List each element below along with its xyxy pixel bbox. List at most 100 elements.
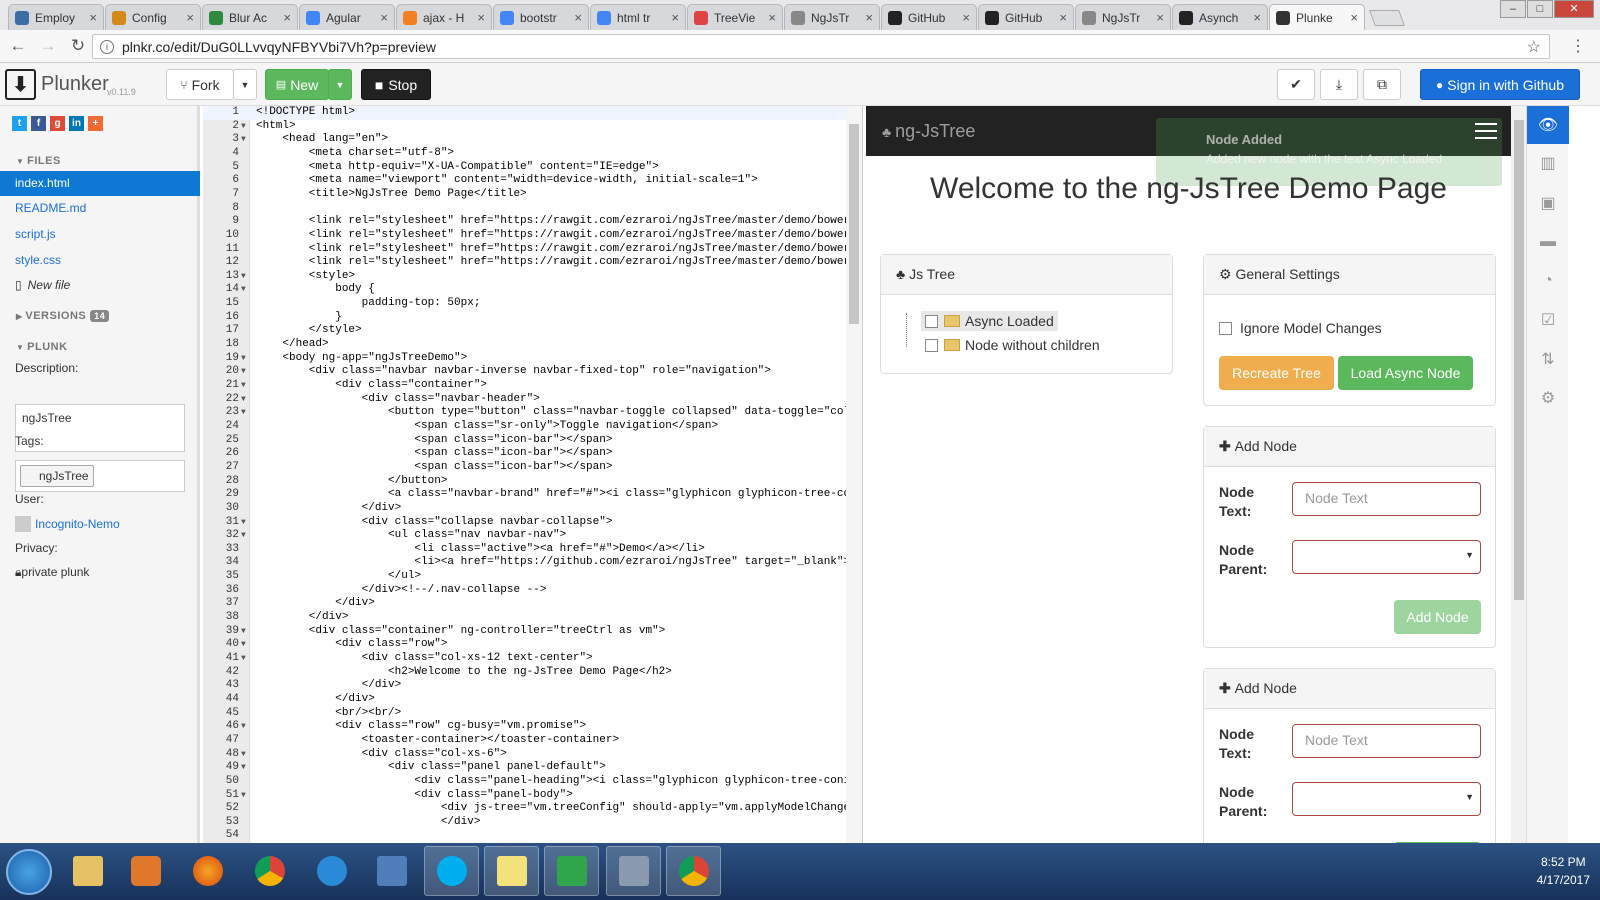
browser-tab[interactable]: NgJsTr ×	[1075, 4, 1171, 30]
recreate-tree-button[interactable]: Recreate Tree	[1219, 356, 1334, 390]
file-explorer-icon[interactable]	[60, 846, 115, 896]
new-file-button[interactable]: ▯ New file	[0, 273, 200, 298]
tree-node-checkbox[interactable]	[925, 338, 938, 352]
node-parent-select[interactable]: ▼	[1292, 782, 1481, 816]
linkedin-icon[interactable]: in	[69, 116, 84, 131]
code-line[interactable]: 44 </div>	[203, 693, 862, 707]
file-item[interactable]: style.css	[0, 248, 200, 273]
code-line[interactable]: 19 ▼ <body ng-app="ngJsTreeDemo">	[203, 352, 862, 366]
sticky-notes-icon[interactable]	[484, 846, 539, 896]
file-item[interactable]: script.js	[0, 222, 200, 247]
code-line[interactable]: 29 <a class="navbar-brand" href="#"><i c…	[203, 488, 862, 502]
fold-arrow-icon[interactable]: ▼	[241, 789, 246, 803]
sign-in-github-button[interactable]: ● Sign in with Github	[1420, 69, 1580, 100]
internet-explorer-icon[interactable]	[304, 846, 359, 896]
code-line[interactable]: 53 </div>	[203, 816, 862, 830]
comments-icon[interactable]: ▬	[1527, 223, 1569, 261]
fold-arrow-icon[interactable]: ▼	[241, 761, 246, 775]
code-line[interactable]: 1 <!DOCTYPE html>	[203, 106, 862, 120]
fold-arrow-icon[interactable]: ▼	[241, 720, 246, 734]
files-heading[interactable]: ▼ FILES	[16, 155, 61, 167]
code-line[interactable]: 7 <title>NgJsTree Demo Page</title>	[203, 188, 862, 202]
bookmark-star-icon[interactable]: ☆	[1527, 37, 1541, 57]
transfer-icon[interactable]: ⇅	[1527, 340, 1569, 378]
code-line[interactable]: 37 </div>	[203, 597, 862, 611]
back-icon[interactable]: ←	[6, 36, 30, 56]
url-input[interactable]: i plnkr.co/edit/DuG0LLvvqyNFBYVbi7Vh?p=p…	[92, 34, 1550, 59]
settings-gear-icon[interactable]: ⚙	[1527, 379, 1569, 417]
node-text-input[interactable]: Node Text	[1292, 724, 1481, 758]
code-line[interactable]: 9 <link rel="stylesheet" href="https://r…	[203, 215, 862, 229]
code-line[interactable]: 20 ▼ <div class="navbar navbar-inverse na…	[203, 365, 862, 379]
tab-close-icon[interactable]: ×	[574, 10, 582, 25]
code-line[interactable]: 28 </button>	[203, 475, 862, 489]
code-line[interactable]: 10 <link rel="stylesheet" href="https://…	[203, 229, 862, 243]
fold-arrow-icon[interactable]: ▼	[241, 652, 246, 666]
code-line[interactable]: 15 padding-top: 50px;	[203, 297, 862, 311]
browser-tab[interactable]: html tr ×	[590, 4, 686, 30]
code-line[interactable]: 12 <link rel="stylesheet" href="https://…	[203, 256, 862, 270]
code-line[interactable]: 21 ▼ <div class="container">	[203, 379, 862, 393]
tags-input[interactable]: ngJsTree	[15, 460, 185, 492]
code-line[interactable]: 43 </div>	[203, 679, 862, 693]
browser-tab[interactable]: GitHub ×	[978, 4, 1074, 30]
checkbox-icon[interactable]: ☑	[1527, 301, 1569, 339]
fold-arrow-icon[interactable]: ▼	[241, 379, 246, 393]
browser-tab[interactable]: Config ×	[105, 4, 201, 30]
new-dropdown-button[interactable]: ▼	[328, 69, 352, 100]
code-line[interactable]: 5 <meta http-equiv="X-UA-Compatible" con…	[203, 161, 862, 175]
browser-tab[interactable]: Employ ×	[8, 4, 104, 30]
maximize-button[interactable]: □	[1527, 0, 1553, 18]
preview-scrollbar[interactable]	[1511, 106, 1526, 860]
new-tab-button[interactable]	[1369, 10, 1405, 26]
fold-arrow-icon[interactable]: ▼	[241, 638, 246, 652]
ignore-model-changes-checkbox[interactable]: Ignore Model Changes	[1219, 320, 1382, 336]
system-clock[interactable]: 8:52 PM 4/17/2017	[1537, 853, 1590, 889]
fold-arrow-icon[interactable]: ▼	[241, 393, 246, 407]
node-text-input[interactable]: Node Text	[1292, 482, 1481, 516]
tree-node-checkbox[interactable]	[925, 314, 938, 328]
plunker-brand[interactable]: Plunker	[41, 73, 109, 96]
chrome-icon[interactable]	[242, 846, 297, 896]
fold-arrow-icon[interactable]: ▼	[241, 133, 246, 147]
tab-close-icon[interactable]: ×	[1350, 10, 1358, 25]
code-line[interactable]: 38 </div>	[203, 611, 862, 625]
code-line[interactable]: 6 <meta name="viewport" content="width=d…	[203, 174, 862, 188]
code-line[interactable]: 11 <link rel="stylesheet" href="https://…	[203, 243, 862, 257]
browser-tab[interactable]: ajax - H ×	[396, 4, 492, 30]
add-share-icon[interactable]: +	[88, 116, 103, 131]
code-line[interactable]: 24 <span class="sr-only">Toggle navigati…	[203, 420, 862, 434]
download-button[interactable]: ⤓	[1320, 69, 1358, 100]
browser-tab[interactable]: Blur Ac ×	[202, 4, 298, 30]
tab-close-icon[interactable]: ×	[380, 10, 388, 25]
code-line[interactable]: 45 <br/><br/>	[203, 707, 862, 721]
code-line[interactable]: 33 <li class="active"><a href="#">Demo</…	[203, 543, 862, 557]
tab-close-icon[interactable]: ×	[1156, 10, 1164, 25]
fold-arrow-icon[interactable]: ▼	[241, 365, 246, 379]
browser-tab[interactable]: GitHub ×	[881, 4, 977, 30]
tree-node[interactable]: Async Loaded	[921, 311, 1058, 331]
fold-arrow-icon[interactable]: ▼	[241, 748, 246, 762]
tab-close-icon[interactable]: ×	[768, 10, 776, 25]
code-line[interactable]: 27 <span class="icon-bar"></span>	[203, 461, 862, 475]
code-line[interactable]: 8	[203, 202, 862, 216]
code-line[interactable]: 25 <span class="icon-bar"></span>	[203, 434, 862, 448]
fold-arrow-icon[interactable]: ▼	[241, 516, 246, 530]
code-line[interactable]: 22 ▼ <div class="navbar-header">	[203, 393, 862, 407]
facebook-icon[interactable]: f	[31, 116, 46, 131]
tag-chip[interactable]: ngJsTree	[20, 465, 94, 487]
new-button[interactable]: ▤ New	[265, 69, 329, 100]
fold-arrow-icon[interactable]: ▼	[241, 625, 246, 639]
code-line[interactable]: 34 <li><a href="https://github.com/ezrar…	[203, 556, 862, 570]
browser-menu-icon[interactable]: ⋮	[1570, 36, 1586, 56]
reload-icon[interactable]: ↻	[66, 36, 90, 56]
tab-close-icon[interactable]: ×	[186, 10, 194, 25]
code-line[interactable]: 51 ▼ <div class="panel-body">	[203, 789, 862, 803]
fold-arrow-icon[interactable]: ▼	[241, 270, 246, 284]
code-line[interactable]: 42 <h2>Welcome to the ng-JsTree Demo Pag…	[203, 666, 862, 680]
tree-node[interactable]: Node without children	[925, 337, 1100, 353]
editor-vertical-scrollbar[interactable]	[846, 106, 862, 846]
code-line[interactable]: 36 </div><!--/.nav-collapse -->	[203, 584, 862, 598]
code-line[interactable]: 26 <span class="icon-bar"></span>	[203, 447, 862, 461]
code-line[interactable]: 17 </style>	[203, 324, 862, 338]
